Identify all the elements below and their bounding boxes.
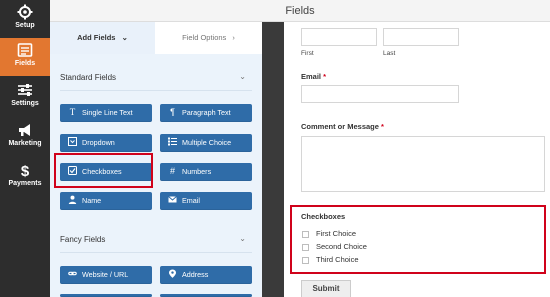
add-multiple-choice-button[interactable]: Multiple Choice — [160, 134, 252, 152]
svg-text:T: T — [70, 107, 76, 116]
add-address-button[interactable]: Address — [160, 266, 252, 284]
chevron-right-icon: › — [232, 33, 235, 42]
nav-label-payments: Payments — [8, 180, 42, 187]
tab-field-options[interactable]: Field Options › — [155, 22, 262, 54]
multiple-choice-label: Multiple Choice — [182, 138, 232, 147]
first-name-input[interactable] — [301, 28, 377, 46]
standard-fields-title: Standard Fields — [60, 73, 117, 82]
nav-item-fields[interactable]: Fields — [0, 38, 50, 76]
dollar-icon: $ — [21, 163, 30, 178]
collapse-standard-icon[interactable]: ⌄ — [239, 72, 246, 81]
svg-text:#: # — [170, 166, 175, 175]
tab-add-fields[interactable]: Add Fields ⌄ — [50, 22, 155, 54]
text-input-icon: T — [68, 105, 77, 117]
nav-label-setup: Setup — [15, 22, 35, 29]
paragraph-icon: ¶ — [168, 105, 177, 117]
required-marker: * — [381, 122, 384, 131]
chevron-down-icon: ⌄ — [121, 33, 128, 42]
nav-item-payments[interactable]: $ Payments — [0, 158, 50, 196]
nav-label-settings: Settings — [11, 100, 39, 107]
add-numbers-button[interactable]: # Numbers — [160, 163, 252, 181]
email-label: Email — [182, 196, 200, 205]
fields-panel: Add Fields ⌄ Field Options › Standard Fi… — [50, 22, 262, 297]
email-input[interactable] — [301, 85, 459, 103]
dropdown-label: Dropdown — [82, 138, 115, 147]
single-line-text-label: Single Line Text — [82, 108, 133, 117]
website-url-label: Website / URL — [82, 270, 129, 279]
envelope-icon — [168, 193, 177, 203]
highlight-box — [54, 153, 153, 188]
sliders-icon — [18, 84, 32, 96]
nav-item-marketing[interactable]: Marketing — [0, 118, 50, 156]
radio-list-icon — [168, 135, 177, 146]
submit-button[interactable]: Submit — [301, 280, 351, 297]
comment-textarea[interactable] — [301, 136, 545, 192]
gear-icon — [17, 4, 33, 20]
nav-label-marketing: Marketing — [8, 140, 42, 147]
email-field-label: Email * — [301, 72, 326, 81]
fields-list-icon — [17, 43, 33, 57]
left-nav: Setup Fields Settings Marketing $ Paymen… — [0, 0, 50, 297]
form-preview: First Last Email * Comment or Message * … — [284, 22, 550, 297]
email-label-text: Email — [301, 72, 322, 81]
add-email-button[interactable]: Email — [160, 192, 252, 210]
top-bar: Fields — [50, 0, 550, 22]
add-paragraph-text-button[interactable]: ¶ Paragraph Text — [160, 104, 252, 122]
panel-divider — [262, 22, 284, 297]
map-pin-icon — [168, 267, 177, 278]
add-name-button[interactable]: Name — [60, 192, 152, 210]
comment-label-text: Comment or Message — [301, 122, 379, 131]
link-icon — [68, 267, 77, 276]
last-name-input[interactable] — [383, 28, 459, 46]
nav-item-setup[interactable]: Setup — [0, 0, 50, 38]
section-divider — [60, 252, 252, 253]
fancy-fields-title: Fancy Fields — [60, 235, 106, 244]
last-sublabel: Last — [383, 50, 396, 57]
page-title: Fields — [285, 5, 315, 17]
section-divider — [60, 90, 252, 91]
hash-icon: # — [168, 164, 177, 176]
dropdown-icon — [68, 135, 77, 146]
svg-text:¶: ¶ — [170, 107, 175, 116]
address-label: Address — [182, 270, 209, 279]
name-label: Name — [82, 196, 102, 205]
user-icon — [68, 193, 77, 204]
nav-label-fields: Fields — [14, 60, 36, 67]
add-dropdown-button[interactable]: Dropdown — [60, 134, 152, 152]
first-sublabel: First — [301, 50, 314, 57]
highlight-box — [290, 205, 546, 274]
collapse-fancy-icon[interactable]: ⌄ — [239, 234, 246, 243]
numbers-label: Numbers — [182, 167, 212, 176]
paragraph-text-label: Paragraph Text — [182, 108, 231, 117]
nav-item-settings[interactable]: Settings — [0, 78, 50, 116]
tab-field-options-label: Field Options — [182, 33, 227, 42]
tab-add-fields-label: Add Fields — [77, 33, 116, 42]
required-marker: * — [323, 72, 327, 81]
panel-tabs: Add Fields ⌄ Field Options › — [50, 22, 262, 54]
comment-field-label: Comment or Message * — [301, 122, 384, 131]
svg-text:$: $ — [21, 163, 30, 178]
megaphone-icon — [19, 124, 30, 136]
add-website-url-button[interactable]: Website / URL — [60, 266, 152, 284]
add-single-line-text-button[interactable]: T Single Line Text — [60, 104, 152, 122]
